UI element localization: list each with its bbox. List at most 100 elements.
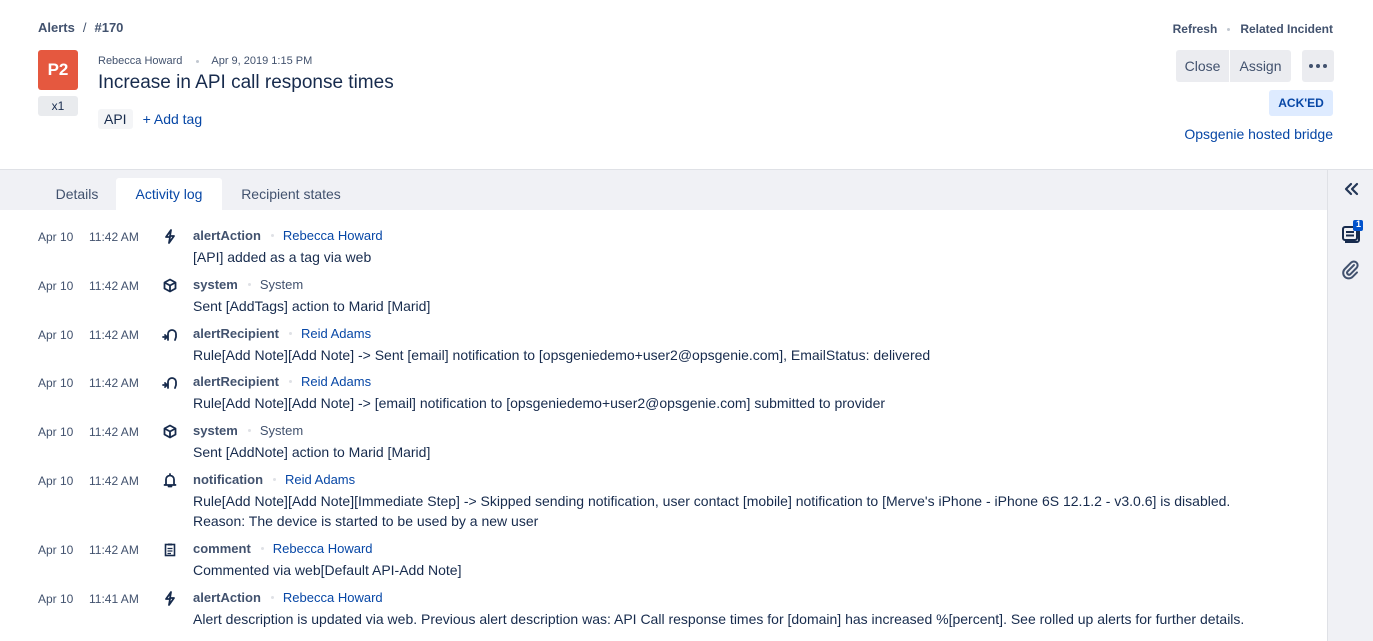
entry-user-link[interactable]: Reid Adams (301, 374, 371, 389)
breadcrumb-alerts[interactable]: Alerts (38, 20, 75, 35)
add-tag-button[interactable]: + Add tag (143, 111, 203, 127)
hosted-bridge-link[interactable]: Opsgenie hosted bridge (1184, 126, 1333, 142)
breadcrumb-current: #170 (94, 20, 124, 35)
separator-dot (247, 429, 251, 432)
tag[interactable]: API (98, 109, 133, 129)
entry-header: system System (193, 277, 303, 292)
alert-count-badge: x1 (38, 96, 78, 116)
refresh-link[interactable]: Refresh (1173, 22, 1218, 36)
entry-message: Rule[Add Note][Add Note] -> Sent [email]… (193, 347, 931, 363)
entry-type: system (193, 423, 238, 438)
tab-activity-log[interactable]: Activity log (116, 178, 222, 210)
entry-date: Apr 10 (38, 230, 74, 244)
entry-header: alertRecipient Reid Adams (193, 374, 371, 389)
entry-header: alertAction Rebecca Howard (193, 590, 383, 605)
entry-header: alertRecipient Reid Adams (193, 326, 371, 341)
entry-message: [API] added as a tag via web (193, 249, 372, 265)
entry-date: Apr 10 (38, 543, 74, 557)
breadcrumb: Alerts / #170 (38, 20, 123, 35)
entry-message: Sent [AddNote] action to Marid [Marid] (193, 444, 431, 460)
notes-count-badge: 1 (1356, 219, 1362, 229)
entry-header: comment Rebecca Howard (193, 541, 373, 556)
entry-date: Apr 10 (38, 474, 74, 488)
entry-message: Commented via web[Default API-Add Note] (193, 562, 462, 578)
entry-time: 11:42 AM (89, 474, 139, 488)
separator-dot (270, 596, 274, 599)
alert-title: Increase in API call response times (98, 72, 394, 93)
entry-message: Sent [AddTags] action to Marid [Marid] (193, 298, 431, 314)
action-button-group: Close Assign (1176, 50, 1291, 82)
entry-type: alertAction (193, 590, 261, 605)
separator-dot (288, 332, 292, 335)
entry-message: Rule[Add Note][Add Note][Immediate Step]… (193, 493, 1231, 509)
entry-type: comment (193, 541, 251, 556)
entry-user: System (259, 423, 304, 438)
entry-type: alertAction (193, 228, 261, 243)
entry-type: notification (193, 472, 264, 487)
entry-user-link[interactable]: Rebecca Howard (283, 590, 383, 605)
separator-dot (273, 478, 277, 481)
entry-type: alertRecipient (193, 326, 279, 341)
separator-dot (247, 283, 251, 286)
entry-message: Rule[Add Note][Add Note] -> [email] noti… (193, 395, 886, 411)
entry-date: Apr 10 (38, 328, 74, 342)
entry-message-line-2: Reason: The device is started to be used… (193, 513, 539, 529)
entry-time: 11:42 AM (89, 543, 139, 557)
assign-button[interactable]: Assign (1230, 50, 1291, 82)
entry-type: system (193, 277, 238, 292)
more-actions-button[interactable] (1302, 50, 1334, 82)
priority-badge: P2 (38, 50, 78, 90)
separator-dot (1227, 27, 1231, 31)
tab-bar: Details Activity log Recipient states (0, 170, 1327, 210)
entry-time: 11:42 AM (89, 328, 139, 342)
entry-header: system System (193, 423, 303, 438)
alert-owner: Rebecca Howard (98, 55, 183, 67)
entry-header: alertAction Rebecca Howard (193, 228, 383, 243)
tag-list: API + Add tag (98, 109, 202, 129)
right-sidebar: 1 (1327, 170, 1373, 641)
close-button[interactable]: Close (1176, 50, 1229, 82)
entry-time: 11:42 AM (89, 425, 139, 439)
lightning-icon (160, 591, 180, 607)
attachment-icon[interactable] (1328, 260, 1373, 280)
recipient-icon (160, 327, 180, 343)
bell-icon (160, 473, 180, 489)
entry-user-link[interactable]: Rebecca Howard (283, 228, 383, 243)
entry-user-link[interactable]: Reid Adams (301, 326, 371, 341)
separator-dot (196, 59, 200, 63)
alert-created: Apr 9, 2019 1:15 PM (211, 55, 313, 67)
separator-dot (288, 380, 292, 383)
more-dot (1323, 64, 1327, 68)
entry-time: 11:42 AM (89, 279, 139, 293)
more-dot (1309, 64, 1313, 68)
entry-time: 11:42 AM (89, 230, 139, 244)
entry-date: Apr 10 (38, 279, 74, 293)
alert-header: Alerts / #170 P2 x1 Rebecca Howard Apr 9… (0, 0, 1373, 170)
entry-user: System (259, 277, 304, 292)
breadcrumb-separator: / (82, 20, 87, 35)
separator-dot (270, 234, 274, 237)
entry-date: Apr 10 (38, 376, 74, 390)
entry-type: alertRecipient (193, 374, 279, 389)
header-links: Refresh Related Incident (1173, 22, 1333, 36)
tab-recipient-states[interactable]: Recipient states (222, 178, 360, 210)
entry-message: Alert description is updated via web. Pr… (193, 611, 1245, 627)
alert-meta: Rebecca Howard Apr 9, 2019 1:15 PM (98, 55, 312, 67)
entry-user-link[interactable]: Reid Adams (285, 472, 355, 487)
separator-dot (260, 547, 264, 550)
collapse-icon[interactable] (1328, 182, 1373, 196)
notes-icon[interactable]: 1 (1328, 219, 1373, 246)
related-incident-link[interactable]: Related Incident (1240, 22, 1333, 36)
entry-time: 11:41 AM (89, 592, 139, 606)
entry-header: notification Reid Adams (193, 472, 355, 487)
cube-icon (160, 424, 180, 440)
entry-date: Apr 10 (38, 592, 74, 606)
tab-details[interactable]: Details (40, 178, 114, 210)
entry-date: Apr 10 (38, 425, 74, 439)
entry-user-link[interactable]: Rebecca Howard (273, 541, 373, 556)
more-dot (1316, 64, 1320, 68)
status-badge: ACK'ED (1269, 90, 1333, 116)
recipient-icon (160, 375, 180, 391)
clipboard-icon (160, 542, 180, 558)
lightning-icon (160, 229, 180, 245)
